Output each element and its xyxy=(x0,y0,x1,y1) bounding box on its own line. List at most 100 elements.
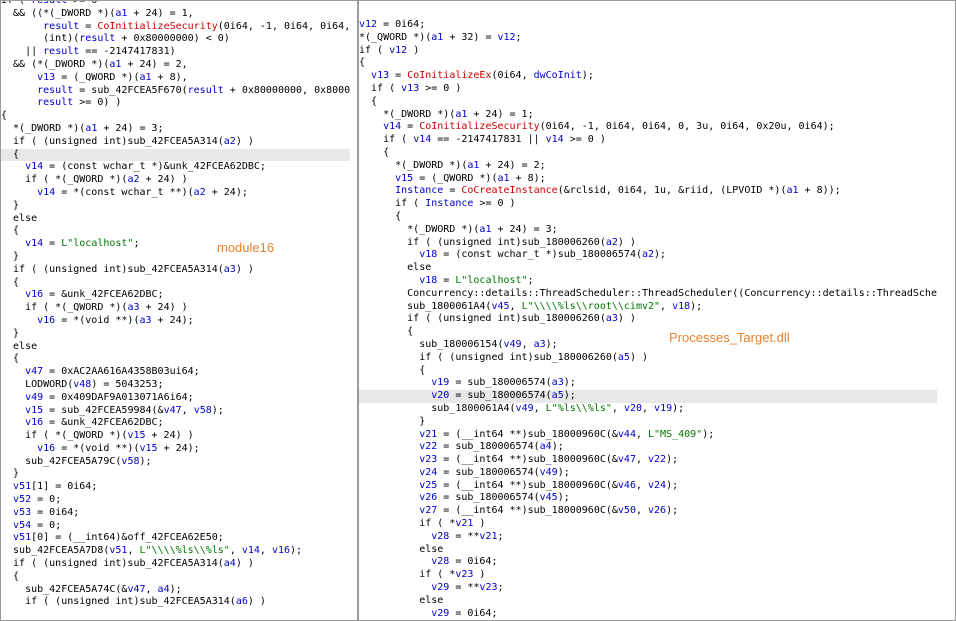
left-code-line: v15 = sub_42FCEA59984(&v47, v58); xyxy=(25,404,224,416)
left-code-line: { xyxy=(1,148,357,162)
right-code-line: v15 = (_QWORD *)(a1 + 8); xyxy=(395,172,546,184)
left-code-line: v16 = &unk_42FCEA62DBC; xyxy=(25,417,164,429)
left-code-line: result >= 0) ) xyxy=(37,97,122,109)
left-code-line: v51[1] = 0i64; xyxy=(13,481,98,493)
right-code-line: { xyxy=(359,146,390,158)
right-code-line: { xyxy=(359,95,378,107)
left-code-line: else xyxy=(1,340,38,352)
right-code-line: *(_QWORD *)(a1 + 32) = v12; xyxy=(359,31,522,43)
right-code-line: else xyxy=(359,594,444,606)
right-code-line: sub_1800061A4(v49, L"%ls\\%ls", v20, v19… xyxy=(359,402,685,414)
left-code-line: LODWORD(v48) = 5043253; xyxy=(1,378,164,390)
left-code-line: *(_DWORD *)(a1 + 24) = 3; xyxy=(1,122,164,134)
right-code-line: if ( *v23 ) xyxy=(359,569,486,581)
right-code-line: v28 = **v21; xyxy=(431,530,504,542)
right-code-line: v18 = (const wchar_t *)sub_180006574(a2)… xyxy=(419,249,667,261)
right-code-line: v29 = 0i64; xyxy=(431,607,498,619)
right-code-line: sub_1800061A4(v45, L"\\\\%ls\\root\\cimv… xyxy=(359,300,703,312)
right-code-line: } xyxy=(359,415,426,427)
left-code-line: { xyxy=(1,570,20,582)
left-code-line: if ( *(_QWORD *)(a2 + 24) ) xyxy=(1,174,188,186)
right-code-line: v12 = 0i64; xyxy=(359,19,426,30)
left-code-line: || result == -2147417831) xyxy=(1,46,176,58)
left-code-line: (int)(result + 0x80000000) < 0) xyxy=(1,33,230,45)
left-code-line: v16 = *(void **)(a3 + 24); xyxy=(37,314,194,326)
right-code-pane[interactable]: v12 = 0i64; *(_QWORD *)(a1 + 32) = v12; if… xyxy=(359,1,955,620)
right-code-line: v27 = (__int64 **)sub_18000960C(&v50, v2… xyxy=(419,505,679,517)
right-code-line: Concurrency::details::ThreadScheduler::T… xyxy=(359,287,937,299)
left-code-line: sub_42FCEA5A79C(v58); xyxy=(1,455,152,467)
left-code-line: } xyxy=(1,327,20,339)
left-code-line: { xyxy=(1,276,20,288)
right-code-line: v24 = sub_180006574(v49); xyxy=(419,466,570,478)
left-code-line: if ( (unsigned int)sub_42FCEA5A314(a6) ) xyxy=(1,596,266,608)
decompiler-comparison: if ( result >= 0 && ((*(_DWORD *)(a1 + 2… xyxy=(0,0,956,621)
left-code-line: if ( *(_QWORD *)(v15 + 24) ) xyxy=(1,430,194,442)
right-code-line: v14 = CoInitializeSecurity(0i64, -1, 0i6… xyxy=(383,121,835,133)
right-code-listing: v12 = 0i64; *(_QWORD *)(a1 + 32) = v12; if… xyxy=(359,19,955,620)
left-code-line: if ( result >= 0 xyxy=(1,1,350,8)
right-code-line: v29 = **v23; xyxy=(431,582,504,594)
right-code-line: else xyxy=(359,543,444,555)
left-code-line: && ((*(_DWORD *)(a1 + 24) = 1, xyxy=(1,7,194,19)
right-code-line: if ( (unsigned int)sub_180006260(a2) ) xyxy=(359,236,636,248)
left-code-line: result = CoInitializeSecurity(0i64, -1, … xyxy=(43,20,351,32)
right-code-line: if ( v14 == -2147417831 || v14 >= 0 ) xyxy=(359,134,606,146)
right-code-line: if ( (unsigned int)sub_180006260(a5) ) xyxy=(359,351,648,363)
right-code-line: if ( v13 >= 0 ) xyxy=(359,82,462,94)
left-code-line: if ( (unsigned int)sub_42FCEA5A314(a3) ) xyxy=(1,263,254,275)
left-code-line: sub_42FCEA5A74C(&v47, a4); xyxy=(1,583,182,595)
right-code-line: sub_180006154(v49, a3); xyxy=(359,338,558,350)
right-code-line: v18 = L"localhost"; xyxy=(419,274,534,286)
left-code-line: v16 = &unk_42FCEA62DBC; xyxy=(25,289,164,301)
right-code-line: else xyxy=(359,262,432,274)
right-code-line: { xyxy=(359,326,414,338)
left-code-line: v14 = *(const wchar_t **)(a2 + 24); xyxy=(37,186,248,198)
right-code-line: v13 = CoInitializeEx(0i64, dwCoInit); xyxy=(371,70,594,82)
left-code-line: } xyxy=(1,250,20,262)
right-code-line: v19 = sub_180006574(a3); xyxy=(431,377,576,389)
right-code-line: v20 = sub_180006574(a5); xyxy=(359,390,955,403)
right-module-label: Processes_Target.dll xyxy=(669,330,790,345)
right-code-line: v26 = sub_180006574(v45); xyxy=(419,492,570,504)
left-code-line: { xyxy=(1,353,20,365)
right-code-line: { xyxy=(359,364,426,376)
right-code-line: v25 = (__int64 **)sub_18000960C(&v46, v2… xyxy=(419,479,679,491)
left-code-line: v54 = 0; xyxy=(13,519,62,531)
left-code-line: v16 = *(void **)(v15 + 24); xyxy=(37,442,200,454)
right-code-line: v23 = (__int64 **)sub_18000960C(&v47, v2… xyxy=(419,454,679,466)
left-code-pane[interactable]: if ( result >= 0 && ((*(_DWORD *)(a1 + 2… xyxy=(1,1,357,620)
right-code-line: if ( Instance >= 0 ) xyxy=(359,198,516,210)
left-code-line: v52 = 0; xyxy=(13,494,62,506)
right-code-line: v21 = (__int64 **)sub_18000960C(&v44, L"… xyxy=(419,428,715,440)
right-code-line: if ( v12 ) xyxy=(359,44,420,56)
left-code-line: result = sub_42FCEA5F670(result + 0x8000… xyxy=(37,84,351,96)
left-code-line: && (*(_DWORD *)(a1 + 24) = 2, xyxy=(1,58,188,70)
right-code-line: if ( *v21 ) xyxy=(359,518,486,530)
right-code-line: { xyxy=(359,57,366,69)
left-code-line: v49 = 0x409DAF9A013071A6i64; xyxy=(25,391,194,403)
right-code-line: Instance = CoCreateInstance(&rclsid, 0i6… xyxy=(395,185,841,197)
left-code-line: v53 = 0i64; xyxy=(13,506,80,518)
left-code-line: v47 = 0xAC2AA616A4358B03ui64; xyxy=(25,366,200,378)
left-code-line: } xyxy=(1,468,20,480)
left-code-line: if ( (unsigned int)sub_42FCEA5A314(a2) ) xyxy=(1,135,254,147)
right-code-line: *(_DWORD *)(a1 + 24) = 3; xyxy=(359,223,558,235)
right-code-line: v22 = sub_180006574(a4); xyxy=(419,441,564,453)
right-code-line: if ( (unsigned int)sub_180006260(a3) ) xyxy=(359,313,636,325)
left-code-line: { xyxy=(1,110,8,122)
left-code-line: sub_42FCEA5A7D8(v51, L"\\\\%ls\\%ls", v1… xyxy=(1,545,303,557)
left-code-line: else xyxy=(1,212,38,224)
left-module-label: module16 xyxy=(217,240,275,255)
left-code-line: } xyxy=(1,199,20,211)
left-code-line: v14 = (const wchar_t *)&unk_42FCEA62DBC; xyxy=(25,161,266,173)
left-code-line: v13 = (_QWORD *)(a1 + 8), xyxy=(37,71,188,83)
left-code-line: { xyxy=(1,225,20,237)
left-code-listing: if ( result >= 0 && ((*(_DWORD *)(a1 + 2… xyxy=(1,1,357,609)
left-code-line: if ( (unsigned int)sub_42FCEA5A314(a4) ) xyxy=(1,558,254,570)
right-code-line: { xyxy=(359,210,402,222)
left-code-line: v14 = L"localhost"; xyxy=(25,238,140,250)
right-code-line: v28 = 0i64; xyxy=(431,556,498,568)
right-code-line: *(_DWORD *)(a1 + 24) = 1; xyxy=(359,108,534,120)
left-code-line: if ( *(_QWORD *)(a3 + 24) ) xyxy=(1,302,188,314)
